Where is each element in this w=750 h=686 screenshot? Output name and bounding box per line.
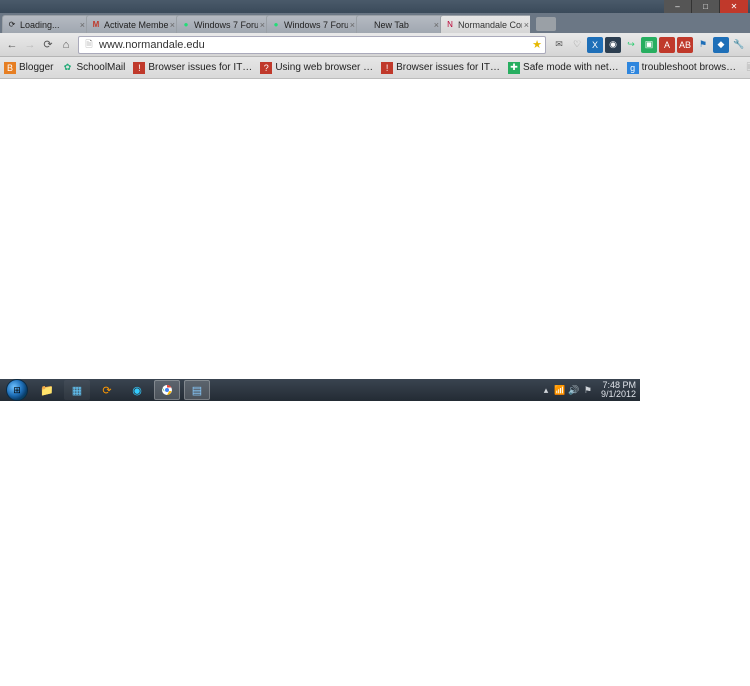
bookmark-blogger[interactable]: BBlogger <box>4 62 53 74</box>
google-icon: g <box>627 62 639 74</box>
site-icon: N <box>445 20 455 30</box>
tab-newtab[interactable]: New Tab × <box>356 15 444 33</box>
help-icon: ? <box>260 62 272 74</box>
ab-ext-icon[interactable]: AB <box>677 37 693 53</box>
home-button[interactable]: ⌂ <box>57 36 75 54</box>
bookmark-troubleshoot[interactable]: gtroubleshoot brows… <box>627 62 737 74</box>
flag-ext-icon[interactable]: ⚑ <box>695 37 711 53</box>
mail-ext-icon[interactable]: ✉ <box>551 37 567 53</box>
tray-up-icon[interactable]: ▴ <box>539 385 553 396</box>
chrome-icon <box>161 384 173 396</box>
windows-taskbar: ⊞ 📁 ▦ ⟳ ◉ ▤ ▴ 📶 🔊 ⚑ 7:48 PM 9/1/2012 <box>0 379 640 401</box>
plus-icon: ✚ <box>508 62 520 74</box>
taskbar-explorer[interactable]: 📁 <box>34 380 60 400</box>
tab-close-icon[interactable]: × <box>524 20 529 30</box>
taskbar-wmp[interactable]: ▦ <box>64 380 90 400</box>
bookmark-label: SchoolMail <box>76 62 125 73</box>
heart-ext-icon[interactable]: ♡ <box>569 37 585 53</box>
url-text: www.normandale.edu <box>99 39 529 51</box>
bookmark-label: Using web browser … <box>275 62 373 73</box>
gmail-icon: M <box>91 20 101 30</box>
address-bar[interactable]: 🗎 www.normandale.edu ★ <box>78 36 546 54</box>
page-content <box>0 79 750 379</box>
taskbar-app[interactable]: ▤ <box>184 380 210 400</box>
window-controls: – □ ✕ <box>664 0 748 13</box>
bookmark-star-icon[interactable]: ★ <box>529 38 545 51</box>
forum-icon: ● <box>181 20 191 30</box>
tab-close-icon[interactable]: × <box>80 20 85 30</box>
alert-icon: ! <box>381 62 393 74</box>
taskbar-hp[interactable]: ⟳ <box>94 380 120 400</box>
taskbar-clock[interactable]: 7:48 PM 9/1/2012 <box>601 381 636 399</box>
tab-close-icon[interactable]: × <box>350 20 355 30</box>
windows-logo-icon: ⊞ <box>13 385 21 396</box>
x-ext-icon[interactable]: X <box>587 37 603 53</box>
volume-icon[interactable]: 🔊 <box>567 385 581 396</box>
new-tab-button[interactable] <box>536 17 556 31</box>
tab-label: Windows 7 Forums <box>284 20 348 30</box>
share-ext-icon[interactable]: ↪ <box>623 37 639 53</box>
action-center-icon[interactable]: ⚑ <box>581 385 595 396</box>
ad-ext-icon[interactable]: A <box>659 37 675 53</box>
blogger-icon: B <box>4 62 16 74</box>
spinner-icon: ⟳ <box>7 20 17 30</box>
tab-gmail[interactable]: M Activate Membership - c… × <box>86 15 180 33</box>
blue-ext-icon[interactable]: ◆ <box>713 37 729 53</box>
tab-label: New Tab <box>374 20 432 30</box>
clock-date: 9/1/2012 <box>601 390 636 399</box>
system-tray: ▴ 📶 🔊 ⚑ 7:48 PM 9/1/2012 <box>539 381 640 399</box>
bookmark-browser-issues-1[interactable]: !Browser issues for IT… <box>133 62 252 74</box>
tab-loading[interactable]: ⟳ Loading... × <box>2 15 90 33</box>
tab-strip: ⟳ Loading... × M Activate Membership - c… <box>0 13 750 33</box>
tab-label: Windows 7 Forums - Post… <box>194 20 258 30</box>
bookmark-capital1[interactable]: 🗎Capital 1 <box>744 62 750 74</box>
tab-forums-post[interactable]: ● Windows 7 Forums - Post… × <box>176 15 270 33</box>
bookmark-label: Browser issues for IT… <box>396 62 500 73</box>
tab-close-icon[interactable]: × <box>170 20 175 30</box>
bookmark-label: Safe mode with net… <box>523 62 619 73</box>
browser-toolbar: ← → ⟳ ⌂ 🗎 www.normandale.edu ★ ✉ ♡ X ◉ ↪… <box>0 33 750 57</box>
maximize-button[interactable]: □ <box>692 0 720 13</box>
start-button[interactable]: ⊞ <box>6 379 28 401</box>
shield-ext-icon[interactable]: ◉ <box>605 37 621 53</box>
media-ext-icon[interactable]: ▣ <box>641 37 657 53</box>
bookmark-using-browser[interactable]: ?Using web browser … <box>260 62 373 74</box>
page-icon: 🗎 <box>82 38 96 52</box>
close-button[interactable]: ✕ <box>720 0 748 13</box>
tab-strip-scroll: ⟳ Loading... × M Activate Membership - c… <box>2 13 530 33</box>
tab-label: Normandale Community… <box>458 20 522 30</box>
bookmark-label: Blogger <box>19 62 53 73</box>
extension-icons: ✉ ♡ X ◉ ↪ ▣ A AB ⚑ ◆ 🔧 <box>549 37 747 53</box>
tab-label: Loading... <box>20 20 78 30</box>
window-titlebar: – □ ✕ <box>0 0 750 13</box>
back-button[interactable]: ← <box>3 36 21 54</box>
forum-icon: ● <box>271 20 281 30</box>
wrench-icon[interactable]: 🔧 <box>731 37 747 53</box>
bookmark-label: troubleshoot brows… <box>642 62 737 73</box>
bookmark-safemode[interactable]: ✚Safe mode with net… <box>508 62 619 74</box>
bookmark-schoolmail[interactable]: ✿SchoolMail <box>61 62 125 74</box>
minimize-button[interactable]: – <box>664 0 692 13</box>
blank-icon <box>361 20 371 30</box>
taskbar-eye[interactable]: ◉ <box>124 380 150 400</box>
bookmarks-bar: BBlogger ✿SchoolMail !Browser issues for… <box>0 57 750 79</box>
tab-normandale[interactable]: N Normandale Community… × <box>440 15 530 33</box>
schoolmail-icon: ✿ <box>61 62 73 74</box>
tab-close-icon[interactable]: × <box>434 20 439 30</box>
page-icon: 🗎 <box>744 62 750 74</box>
bookmark-label: Browser issues for IT… <box>148 62 252 73</box>
tab-label: Activate Membership - c… <box>104 20 168 30</box>
taskbar-chrome[interactable] <box>154 380 180 400</box>
tab-forums[interactable]: ● Windows 7 Forums × <box>266 15 360 33</box>
bookmark-browser-issues-2[interactable]: !Browser issues for IT… <box>381 62 500 74</box>
alert-icon: ! <box>133 62 145 74</box>
tab-close-icon[interactable]: × <box>260 20 265 30</box>
reload-button[interactable]: ⟳ <box>39 36 57 54</box>
network-icon[interactable]: 📶 <box>553 385 567 396</box>
forward-button[interactable]: → <box>21 36 39 54</box>
